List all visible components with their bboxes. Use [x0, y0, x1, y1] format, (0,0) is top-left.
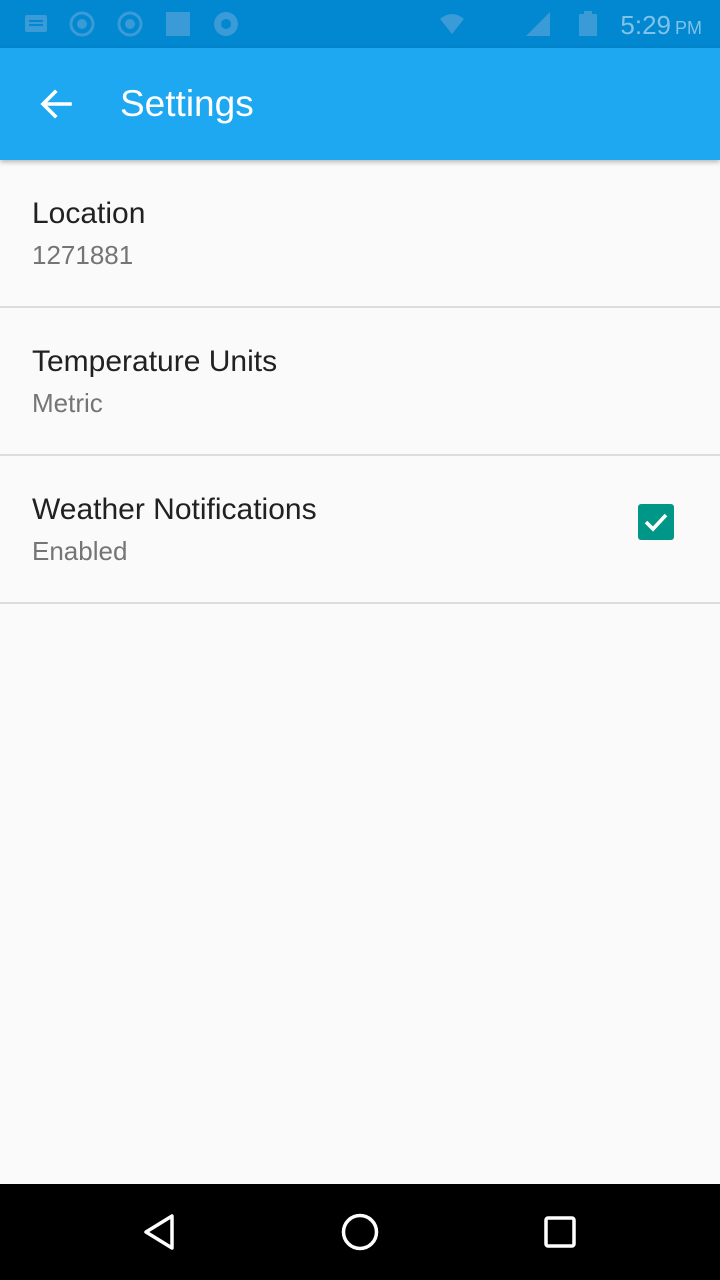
weather-notifications-preference[interactable]: Weather Notifications Enabled: [0, 456, 720, 604]
nav-recents-button[interactable]: [536, 1208, 584, 1256]
whatsapp-icon: [69, 11, 95, 37]
navigation-bar: [0, 1184, 720, 1280]
signal-icon: [526, 12, 550, 36]
am-pm-text: PM: [675, 18, 702, 38]
clock-text: 5:29: [620, 10, 671, 40]
battery-icon: [579, 11, 597, 36]
back-button[interactable]: [26, 78, 86, 130]
nav-back-button[interactable]: [136, 1208, 184, 1256]
whatsapp-icon: [117, 11, 143, 37]
temperature-units-preference[interactable]: Temperature Units Metric: [0, 308, 720, 456]
preference-summary: Enabled: [32, 536, 128, 566]
status-time: 5:29 PM: [620, 11, 702, 42]
arrow-back-icon: [40, 89, 72, 119]
recents-square-icon: [544, 1216, 576, 1248]
notifications-checkbox[interactable]: [638, 504, 674, 540]
gallery-icon: [166, 12, 190, 36]
preference-summary: 1271881: [32, 240, 134, 270]
chrome-icon: [214, 12, 238, 36]
check-icon: [644, 513, 668, 532]
nav-home-button[interactable]: [336, 1208, 384, 1256]
wifi-icon: [440, 14, 464, 34]
preference-summary: Metric: [32, 388, 103, 418]
app-bar: Settings: [0, 48, 720, 160]
back-triangle-icon: [144, 1214, 174, 1250]
location-preference[interactable]: Location 1271881: [0, 160, 720, 308]
status-bar: 5:29 PM: [0, 0, 720, 48]
message-icon: [25, 15, 47, 32]
preference-title: Weather Notifications: [32, 493, 317, 526]
preference-title: Location: [32, 197, 146, 230]
preference-list: Location 1271881 Temperature Units Metri…: [0, 160, 720, 604]
home-circle-icon: [341, 1213, 379, 1251]
preference-title: Temperature Units: [32, 345, 278, 378]
page-title: Settings: [120, 83, 254, 124]
